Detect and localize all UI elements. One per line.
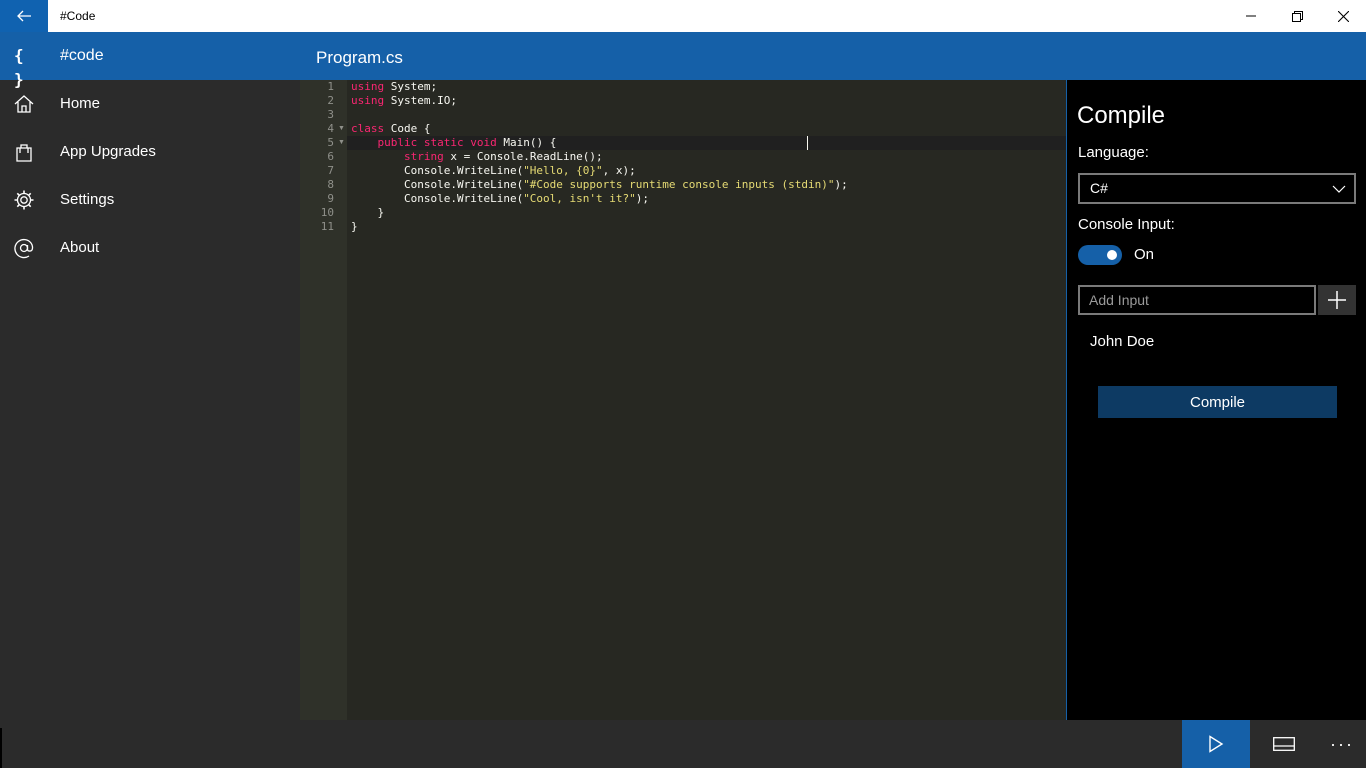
line-number: 8 <box>327 178 334 191</box>
run-button[interactable] <box>1182 720 1250 768</box>
code-text: ); <box>635 192 650 205</box>
code-text: x = Console.ReadLine(); <box>443 150 603 163</box>
restore-button[interactable] <box>1274 0 1320 32</box>
add-input-button[interactable] <box>1318 285 1356 315</box>
code-text: Code { <box>384 122 431 135</box>
sidebar-item-settings[interactable]: Settings <box>0 176 300 224</box>
code-line: Console.WriteLine("#Code supports runtim… <box>351 178 848 192</box>
sidebar-item-label: App Upgrades <box>60 143 156 160</box>
code-string: "#Code supports runtime console inputs (… <box>523 178 835 191</box>
back-arrow-icon <box>17 10 31 22</box>
code-text: , x); <box>602 164 636 177</box>
chevron-down-icon <box>1332 185 1346 193</box>
code-keyword: class <box>351 122 385 135</box>
restore-icon <box>1291 10 1303 22</box>
plus-icon <box>1328 291 1346 309</box>
sidebar: { } #code Home App Upgrades Settings Abo… <box>0 32 300 768</box>
line-number: 1 <box>327 80 334 93</box>
toggle-console-button[interactable] <box>1250 720 1318 768</box>
language-label: Language: <box>1078 144 1149 161</box>
code-text: ); <box>834 178 848 191</box>
sidebar-item-about[interactable]: About <box>0 224 300 272</box>
braces-icon: { } <box>14 46 24 89</box>
line-number: 6 <box>327 150 334 163</box>
code-string: "Hello, {0}" <box>523 164 603 177</box>
sidebar-item-label: About <box>60 239 100 256</box>
console-input-toggle[interactable] <box>1078 245 1122 265</box>
console-input-label: Console Input: <box>1078 216 1175 233</box>
sidebar-footer <box>0 728 300 768</box>
code-line: string x = Console.ReadLine(); <box>351 150 603 164</box>
line-number: 4 <box>327 122 334 135</box>
code-line: public static void Main() { <box>351 136 557 150</box>
line-number: 5 <box>327 136 334 149</box>
close-button[interactable] <box>1320 0 1366 32</box>
code-line: Console.WriteLine("Hello, {0}", x); <box>351 164 636 178</box>
line-number: 3 <box>327 108 334 121</box>
line-number: 11 <box>320 220 334 233</box>
close-icon <box>1337 10 1349 22</box>
code-keyword: string <box>403 150 444 163</box>
file-title: Program.cs <box>316 48 403 67</box>
home-icon <box>14 95 34 113</box>
line-number: 2 <box>327 94 334 107</box>
code-line: } <box>351 220 358 233</box>
sidebar-item-home[interactable]: Home <box>0 80 300 128</box>
line-number-gutter: 1 2 3 4 ▼ 5 ▼ 6 7 8 9 10 11 <box>300 80 347 720</box>
code-text: System.IO; <box>384 94 457 107</box>
code-text: Console.WriteLine( <box>351 164 524 177</box>
more-options-icon[interactable]: ··· <box>1318 720 1366 768</box>
line-number: 9 <box>327 192 334 205</box>
minimize-icon <box>1246 15 1256 17</box>
text-cursor <box>807 136 808 150</box>
input-list-item[interactable]: John Doe <box>1090 333 1154 350</box>
code-text: Console.WriteLine( <box>351 192 524 205</box>
language-value: C# <box>1090 180 1108 196</box>
add-input-field[interactable] <box>1078 285 1316 315</box>
brand-label: #code <box>60 47 104 64</box>
toggle-knob <box>1107 250 1117 260</box>
gear-icon <box>14 190 34 210</box>
code-line: using System; <box>351 80 437 94</box>
command-bar: ··· <box>300 720 1366 768</box>
shopping-bag-icon <box>16 144 32 162</box>
code-keyword: using <box>351 80 385 93</box>
language-dropdown[interactable]: C# <box>1078 173 1356 204</box>
app-title: #Code <box>60 9 96 23</box>
minimize-button[interactable] <box>1228 0 1274 32</box>
sidebar-item-label: Settings <box>60 191 115 208</box>
code-text: Console.WriteLine( <box>351 178 524 191</box>
code-text: System; <box>384 80 438 93</box>
code-text: Main() { <box>496 136 557 149</box>
sidebar-item-label: Home <box>60 95 101 112</box>
code-line: Console.WriteLine("Cool, isn't it?"); <box>351 192 649 206</box>
code-line: using System.IO; <box>351 94 457 108</box>
fold-arrow-icon[interactable]: ▼ <box>338 122 345 136</box>
code-string: "Cool, isn't it?" <box>523 192 636 205</box>
code-keyword: public static void <box>377 136 497 149</box>
back-button[interactable] <box>0 0 48 32</box>
sidebar-item-app-upgrades[interactable]: App Upgrades <box>0 128 300 176</box>
console-panel-icon <box>1273 737 1295 751</box>
fold-arrow-icon[interactable]: ▼ <box>338 136 345 150</box>
editor-header: Program.cs <box>300 32 1366 80</box>
at-sign-icon <box>14 238 34 259</box>
code-line: class Code { <box>351 122 430 136</box>
title-bar: #Code <box>0 0 1366 32</box>
toggle-state-label: On <box>1134 246 1155 263</box>
sidebar-brand[interactable]: { } #code <box>0 32 300 89</box>
compile-button[interactable]: Compile <box>1098 386 1337 418</box>
line-number: 10 <box>320 206 334 219</box>
compile-panel: Compile Language: C# Console Input: On J… <box>1066 80 1366 720</box>
code-line: } <box>351 206 385 219</box>
line-number: 7 <box>327 164 334 177</box>
panel-title: Compile <box>1077 102 1166 129</box>
code-editor[interactable]: 1 2 3 4 ▼ 5 ▼ 6 7 8 9 10 11 using System… <box>300 80 1066 720</box>
play-icon <box>1209 735 1224 753</box>
code-keyword: using <box>351 94 385 107</box>
